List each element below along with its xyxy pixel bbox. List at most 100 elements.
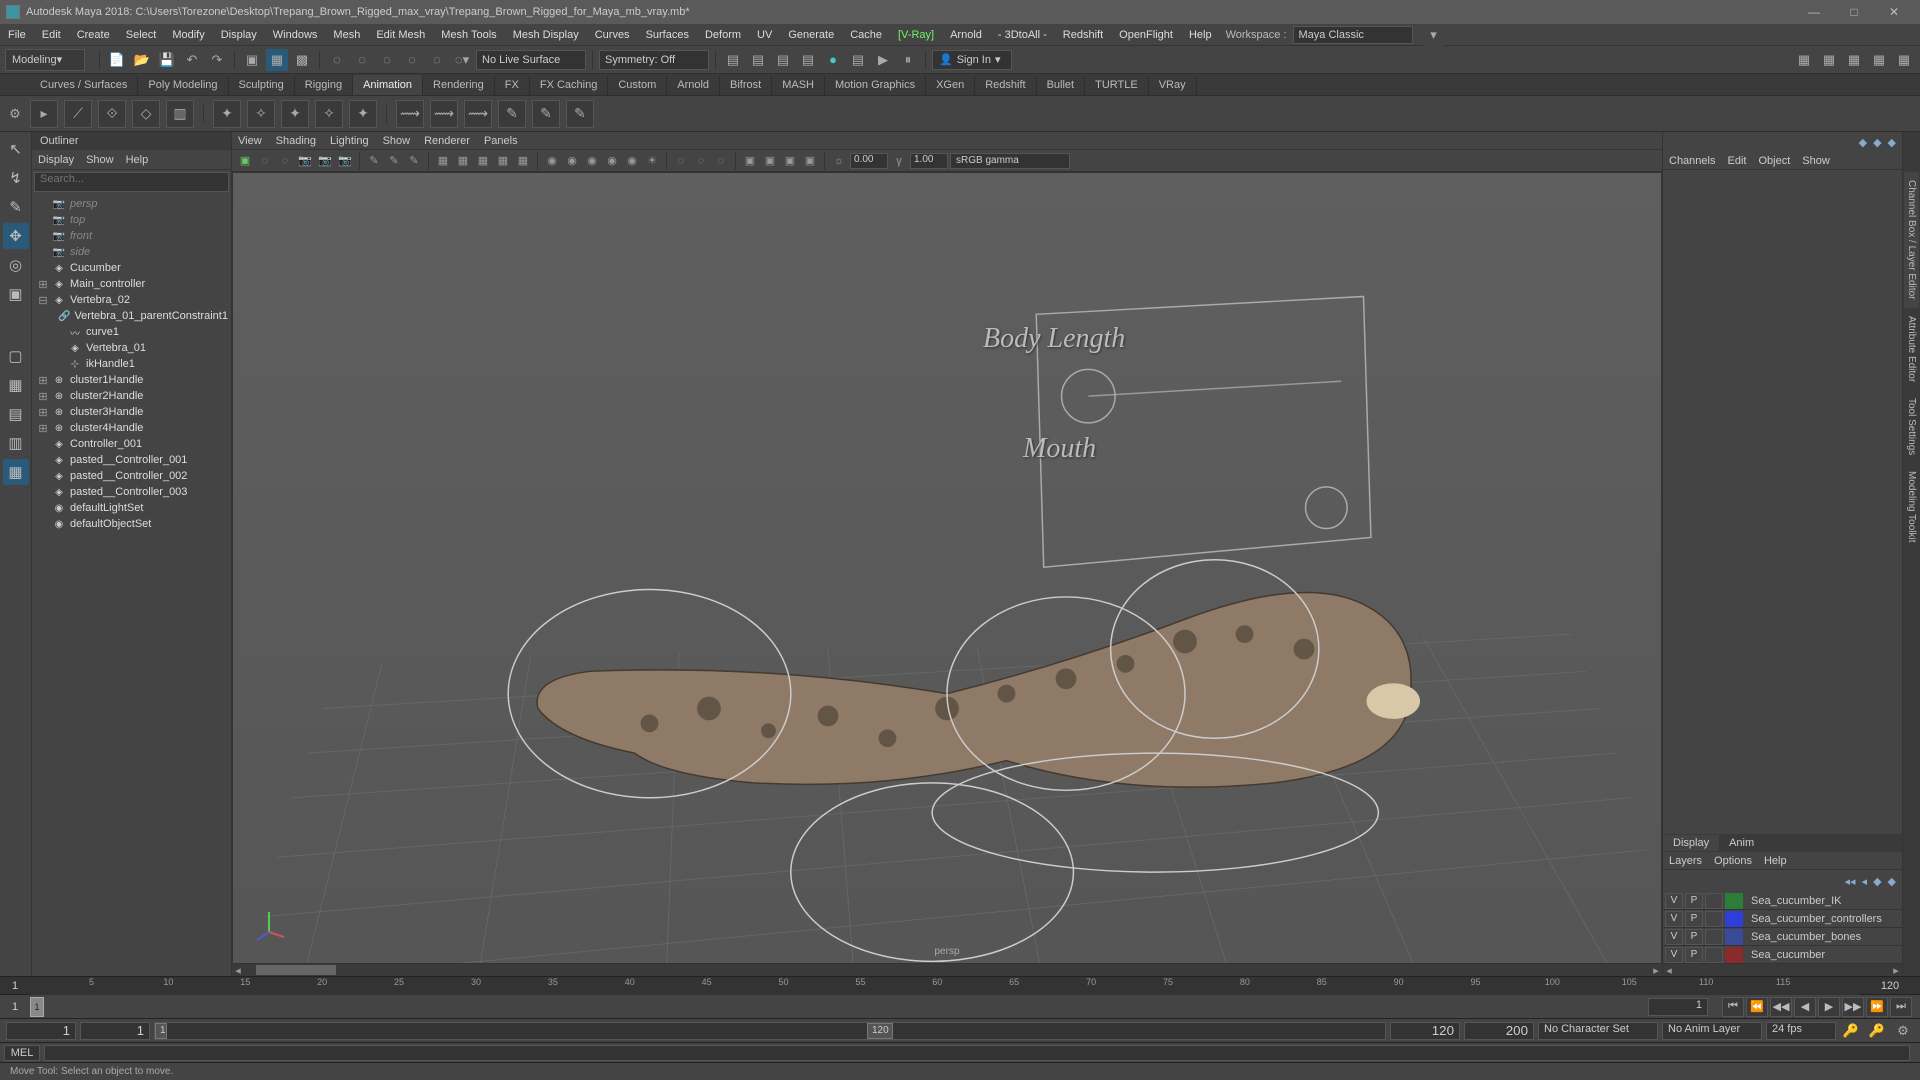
shelf-tab-vray[interactable]: VRay [1149,75,1197,95]
shelf-icon[interactable]: ⟿ [464,100,492,128]
layer-vis-toggle[interactable]: V [1665,893,1683,909]
redo-icon[interactable]: ↷ [206,49,228,71]
layer-color-swatch[interactable] [1725,911,1743,927]
vp-isolate-icon[interactable]: ◌ [672,152,690,170]
right-tab[interactable]: Channel Box / Layer Editor [1904,172,1919,308]
layer-row[interactable]: VPSea_cucumber_bones [1663,928,1902,946]
module-selector[interactable]: Modeling ▾ [5,49,85,71]
vp-icon[interactable]: 📷 [296,152,314,170]
shelf-icon[interactable]: ✦ [213,100,241,128]
tree-item[interactable]: ◈Cucumber [32,260,231,276]
go-end-button[interactable]: ⏭ [1890,997,1912,1017]
vp-gamma-icon[interactable]: γ [890,152,908,170]
shelf-tab-xgen[interactable]: XGen [926,75,975,95]
layer-row[interactable]: VPSea_cucumber_controllers [1663,910,1902,928]
time-slider[interactable]: 1 51015202530354045505560657075808590951… [0,976,1920,994]
menu--v-ray-[interactable]: [V-Ray] [890,24,942,46]
outliner-menu-help[interactable]: Help [126,154,149,166]
expand-icon[interactable]: ⊟ [38,294,48,307]
tree-item[interactable]: ⊞⊕cluster3Handle [32,404,231,420]
shelf-tab-curves-surfaces[interactable]: Curves / Surfaces [30,75,138,95]
layer-icon[interactable]: ◆ [1888,875,1896,888]
layer-color-swatch[interactable] [1725,929,1743,945]
select-mode-2-icon[interactable]: ▦ [266,49,288,71]
expand-icon[interactable]: ⊞ [38,406,48,419]
shelf-icon[interactable]: ◇ [132,100,160,128]
menu-arnold[interactable]: Arnold [942,24,990,46]
vp-icon[interactable]: ◌ [712,152,730,170]
tree-item[interactable]: ⊟◈Vertebra_02 [32,292,231,308]
shelf-tab-poly-modeling[interactable]: Poly Modeling [138,75,228,95]
vp-icon[interactable]: ▣ [741,152,759,170]
cmd-language-toggle[interactable]: MEL [4,1045,40,1061]
layer-type[interactable] [1705,911,1723,927]
render-icon[interactable]: ▤ [747,49,769,71]
menu-display[interactable]: Display [213,24,265,46]
layer-menu-options[interactable]: Options [1714,855,1752,867]
vp-menu-panels[interactable]: Panels [484,135,518,147]
set-key-button[interactable]: 🔑 [1866,1020,1888,1042]
layer-menu-layers[interactable]: Layers [1669,855,1702,867]
shelf-tab-mash[interactable]: MASH [772,75,825,95]
menu-openflight[interactable]: OpenFlight [1111,24,1181,46]
vp-icon[interactable]: ✎ [365,152,383,170]
range-end-c[interactable] [1390,1022,1460,1040]
vp-icon[interactable]: ◌ [276,152,294,170]
layer-row[interactable]: VPSea_cucumber_IK [1663,892,1902,910]
cb-icon[interactable]: ◆ [1873,136,1881,149]
vp-icon[interactable]: ▦ [454,152,472,170]
shelf-tab-rigging[interactable]: Rigging [295,75,353,95]
menu-curves[interactable]: Curves [587,24,638,46]
outliner-menu-display[interactable]: Display [38,154,74,166]
live-surface-dropdown[interactable]: No Live Surface [476,50,586,70]
shelf-icon[interactable]: ⟿ [430,100,458,128]
pause-icon[interactable]: ⏸ [897,49,919,71]
tree-item[interactable]: 📷front [32,228,231,244]
time-track[interactable]: 5101520253035404550556065707580859095100… [30,977,1860,995]
cb-menu-channels[interactable]: Channels [1669,155,1715,167]
select-mode-icon[interactable]: ▣ [241,49,263,71]
layer-color-swatch[interactable] [1725,947,1743,963]
menu-mesh-tools[interactable]: Mesh Tools [433,24,504,46]
layer-type[interactable] [1705,929,1723,945]
shelf-icon[interactable]: ▥ [166,100,194,128]
current-frame-field[interactable]: 1 [1648,998,1708,1016]
shelf-tab-rendering[interactable]: Rendering [423,75,495,95]
tree-item[interactable]: 🔗Vertebra_01_parentConstraint1 [32,308,231,324]
vp-menu-show[interactable]: Show [383,135,411,147]
layout-single-icon[interactable]: ▢ [3,343,29,369]
menu-modify[interactable]: Modify [164,24,212,46]
vp-shadows-icon[interactable]: ◉ [623,152,641,170]
tree-item[interactable]: ◉defaultObjectSet [32,516,231,532]
tree-item[interactable]: 📷side [32,244,231,260]
cb-icon[interactable]: ◆ [1859,136,1867,149]
right-tab[interactable]: Attribute Editor [1904,308,1919,390]
tree-item[interactable]: ⊞⊕cluster1Handle [32,372,231,388]
vp-lights-icon[interactable]: ◉ [603,152,621,170]
anim-prefs-button[interactable]: ⚙ [1892,1020,1914,1042]
workspace-menu-icon[interactable]: ▾ [1423,24,1445,46]
tree-item[interactable]: ◈pasted__Controller_002 [32,468,231,484]
range-start-b[interactable] [80,1022,150,1040]
tree-item[interactable]: ◈Controller_001 [32,436,231,452]
vp-exposure-icon[interactable]: ☼ [830,152,848,170]
outliner-search[interactable] [34,172,229,192]
layer-vis-toggle[interactable]: V [1665,911,1683,927]
cb-menu-show[interactable]: Show [1802,155,1830,167]
tree-item[interactable]: ◈Vertebra_01 [32,340,231,356]
layer-type[interactable] [1705,893,1723,909]
fps-dropdown[interactable]: 24 fps [1766,1022,1836,1040]
snap-live-icon[interactable]: ◌ [426,49,448,71]
panel-layout-4-icon[interactable]: ▦ [1868,49,1890,71]
paint-select-tool[interactable]: ✎ [3,194,29,220]
viewport-3d[interactable]: Body Length Mouth persp [232,172,1662,964]
panel-layout-3-icon[interactable]: ▦ [1843,49,1865,71]
new-scene-icon[interactable]: 📄 [106,49,128,71]
cmd-input[interactable] [44,1045,1910,1061]
menu-redshift[interactable]: Redshift [1055,24,1111,46]
panel-layout-2-icon[interactable]: ▦ [1818,49,1840,71]
layer-vis-toggle[interactable]: V [1665,929,1683,945]
channel-h-scrollbar[interactable]: ◂▸ [1663,964,1902,976]
layout-custom-icon[interactable]: ▥ [3,430,29,456]
vp-icon[interactable]: 📷 [336,152,354,170]
